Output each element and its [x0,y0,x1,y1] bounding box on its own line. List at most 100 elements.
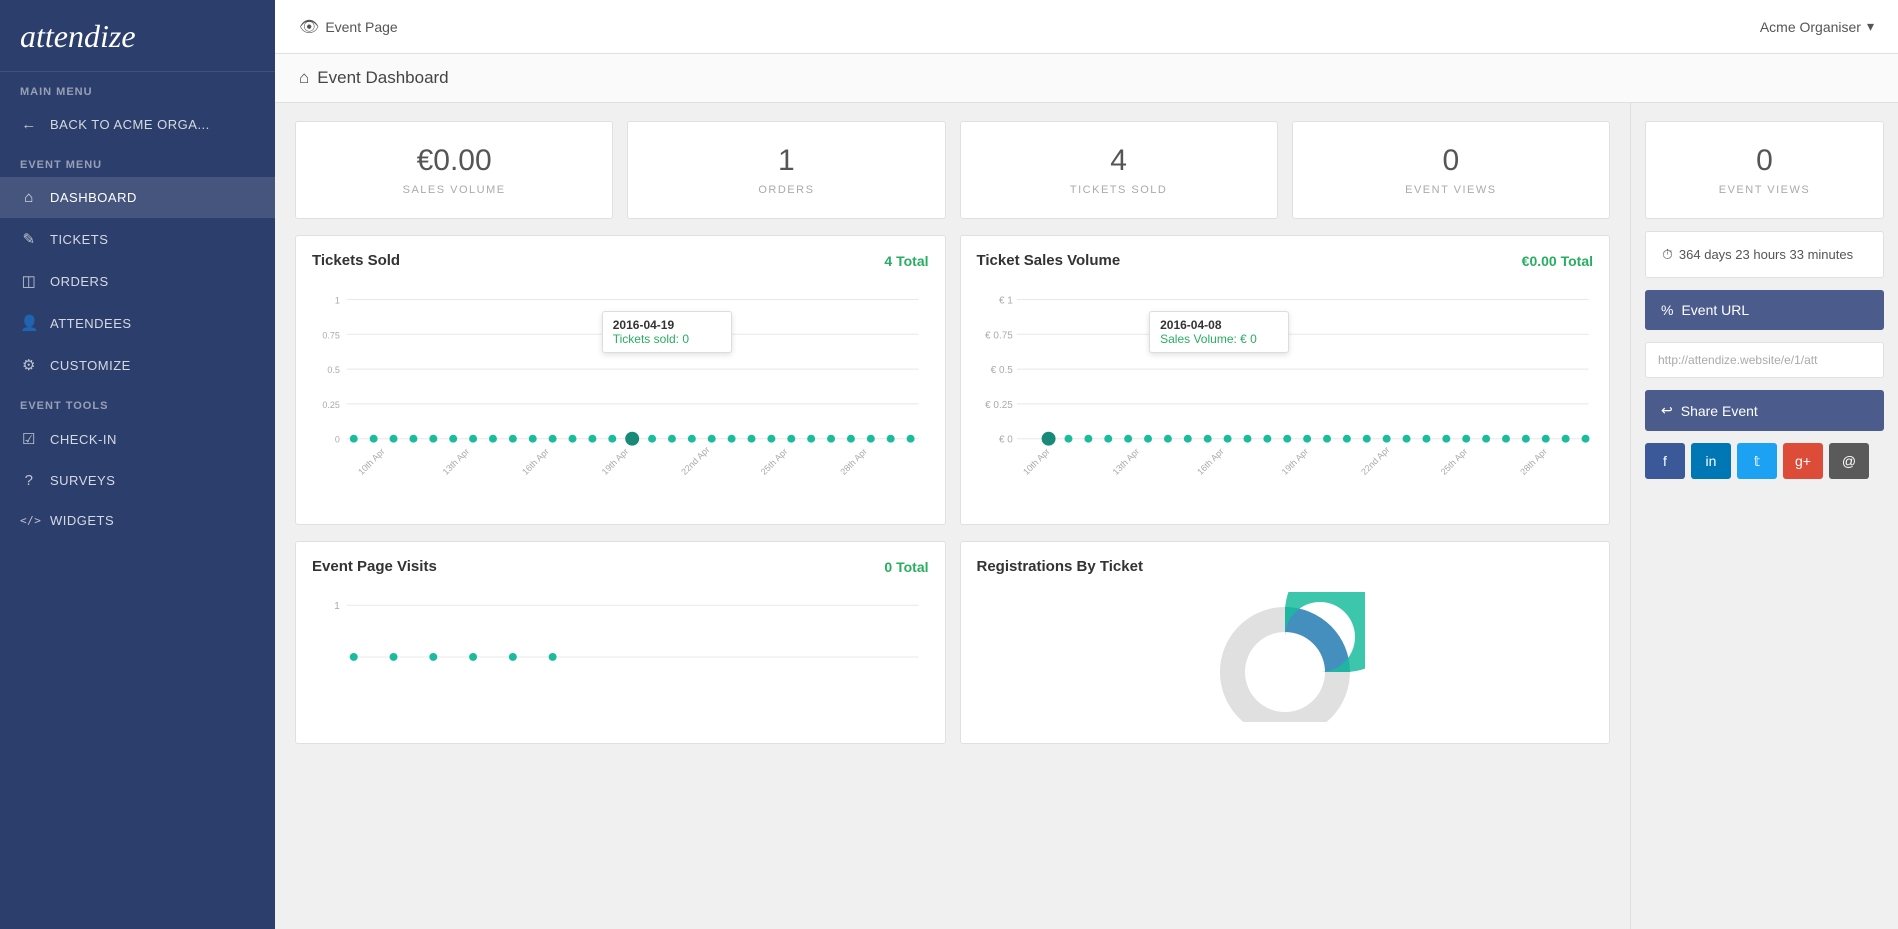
stat-cards-row: €0.00 SALES VOLUME 1 ORDERS 4 TICKETS SO… [295,121,1610,219]
sales-volume-label: SALES VOLUME [312,184,596,196]
main-inner: €0.00 SALES VOLUME 1 ORDERS 4 TICKETS SO… [275,103,1898,929]
topbar-left: 👁 Event Page [299,17,398,37]
clock-icon: ⏱ [1662,246,1673,263]
countdown-text: 364 days 23 hours 33 minutes [1679,247,1853,262]
registrations-header: Registrations By Ticket [977,558,1594,575]
share-buttons: f in 𝕥 g+ @ [1645,443,1884,479]
sidebar-item-widgets-label: WIDGETS [50,513,114,528]
event-page-link[interactable]: Event Page [325,19,397,35]
stat-card-tickets-sold: 4 TICKETS SOLD [960,121,1278,219]
gear-icon: ⚙ [20,356,38,374]
share-twitter-button[interactable]: 𝕥 [1737,443,1777,479]
tooltip-date-1: 2016-04-19 [613,318,721,332]
app-logo: attendize [20,18,136,54]
svg-text:25th Apr: 25th Apr [1438,446,1469,477]
link-icon: % [1661,302,1673,318]
svg-text:10th Apr: 10th Apr [356,446,387,477]
chart-row-1: Tickets Sold 4 Total 2016-04-19 Tickets … [295,235,1610,525]
share-icon: ↩ [1661,402,1673,419]
svg-text:22nd Apr: 22nd Apr [1359,445,1391,477]
attendees-icon: 👤 [20,314,38,332]
svg-text:25th Apr: 25th Apr [759,446,790,477]
sidebar-item-surveys-label: SURVEYS [50,473,115,488]
share-label: Share Event [1681,403,1758,419]
event-url-label: Event URL [1681,302,1749,318]
stat-card-sales-volume: €0.00 SALES VOLUME [295,121,613,219]
registrations-chart-area [977,587,1594,727]
svg-text:€ 1: € 1 [998,295,1012,306]
tooltip-val-1: Tickets sold: 0 [613,332,721,346]
right-event-views-value: 0 [1662,144,1867,178]
registrations-by-ticket-chart: Registrations By Ticket [960,541,1611,744]
share-email-button[interactable]: @ [1829,443,1869,479]
sidebar-item-attendees[interactable]: 👤 ATTENDEES [0,302,275,344]
share-linkedin-button[interactable]: in [1691,443,1731,479]
logo-area: attendize [0,0,275,72]
orders-label: ORDERS [644,184,928,196]
back-link-label: BACK TO ACME ORGA... [50,117,210,132]
sidebar-item-customize[interactable]: ⚙ CUSTOMIZE [0,344,275,386]
sidebar-item-attendees-label: ATTENDEES [50,316,132,331]
event-page-visits-chart-area: 1 [312,587,929,712]
chevron-down-icon: ▾ [1867,18,1874,35]
survey-icon: ? [20,472,38,489]
share-googleplus-button[interactable]: g+ [1783,443,1823,479]
svg-text:€ 0.25: € 0.25 [985,400,1013,411]
topbar-right: Acme Organiser ▾ [1760,18,1874,35]
event-views-value: 0 [1309,144,1593,178]
tooltip-date-2: 2016-04-08 [1160,318,1278,332]
widgets-icon: </> [20,514,38,527]
organiser-name[interactable]: Acme Organiser [1760,19,1861,35]
event-page-visits-chart: Event Page Visits 0 Total 1 [295,541,946,744]
svg-text:13th Apr: 13th Apr [441,446,472,477]
event-url-section: % Event URL [1645,290,1884,330]
ticket-sales-total: €0.00 Total [1522,253,1593,269]
ticket-sales-title: Ticket Sales Volume [977,252,1121,269]
sales-volume-value: €0.00 [312,144,596,178]
svg-text:1: 1 [335,295,340,305]
sidebar-item-back[interactable]: ← BACK TO ACME ORGA... [0,104,275,145]
eye-icon: 👁 [299,17,319,37]
orders-icon: ◫ [20,272,38,290]
tickets-sold-chart-area: 2016-04-19 Tickets sold: 0 1 0.75 0.5 0.… [312,281,929,496]
sidebar-item-checkin[interactable]: ☑ CHECK-IN [0,418,275,460]
sidebar-item-dashboard[interactable]: ⌂ DASHBOARD [0,177,275,218]
home-header-icon: ⌂ [299,68,309,88]
event-page-visits-title: Event Page Visits [312,558,437,575]
sidebar-item-widgets[interactable]: </> WIDGETS [0,501,275,540]
stat-card-orders: 1 ORDERS [627,121,945,219]
svg-text:€ 0: € 0 [998,435,1012,446]
sidebar-item-orders[interactable]: ◫ ORDERS [0,260,275,302]
tickets-sold-header: Tickets Sold 4 Total [312,252,929,269]
svg-text:€ 0.5: € 0.5 [990,365,1013,376]
ticket-sales-tooltip: 2016-04-08 Sales Volume: € 0 [1149,311,1289,353]
tooltip-val-2: Sales Volume: € 0 [1160,332,1278,346]
checkin-icon: ☑ [20,430,38,448]
ticket-sales-header: Ticket Sales Volume €0.00 Total [977,252,1594,269]
svg-text:0: 0 [335,435,340,445]
sidebar-item-surveys[interactable]: ? SURVEYS [0,460,275,501]
sidebar: attendize MAIN MENU ← BACK TO ACME ORGA.… [0,0,275,929]
ticket-sales-chart-area: 2016-04-08 Sales Volume: € 0 € 1 € 0.75 … [977,281,1594,496]
main-area: 👁 Event Page Acme Organiser ▾ ⌂ Event Da… [275,0,1898,929]
event-url-box: http://attendize.website/e/1/att [1645,342,1884,378]
svg-text:0.75: 0.75 [322,330,339,340]
sidebar-item-customize-label: CUSTOMIZE [50,358,131,373]
svg-text:28th Apr: 28th Apr [838,446,869,477]
timer-card: ⏱ 364 days 23 hours 33 minutes [1645,231,1884,278]
donut-svg [1205,592,1365,722]
share-facebook-button[interactable]: f [1645,443,1685,479]
event-menu-label: EVENT MENU [0,145,275,177]
svg-text:19th Apr: 19th Apr [600,446,631,477]
svg-text:€ 0.75: € 0.75 [985,330,1013,341]
sidebar-item-tickets[interactable]: ✎ TICKETS [0,218,275,260]
topbar: 👁 Event Page Acme Organiser ▾ [275,0,1898,54]
event-tools-label: EVENT TOOLS [0,386,275,418]
svg-text:0.5: 0.5 [327,365,339,375]
tickets-sold-value: 4 [977,144,1261,178]
svg-text:16th Apr: 16th Apr [520,446,551,477]
home-icon: ⌂ [20,189,38,206]
tickets-sold-total: 4 Total [884,253,928,269]
share-event-section: ↩ Share Event [1645,390,1884,431]
main-menu-label: MAIN MENU [0,72,275,104]
